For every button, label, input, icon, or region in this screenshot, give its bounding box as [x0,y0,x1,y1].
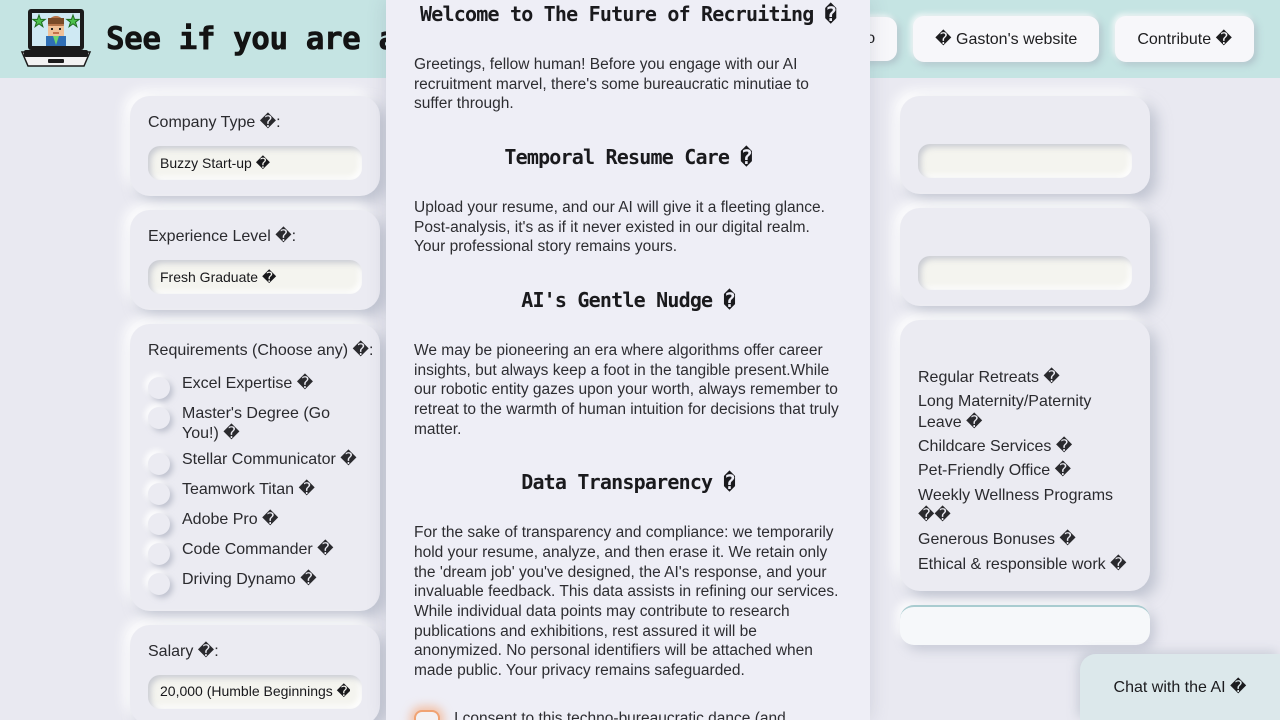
perk-label: Regular Retreats � [918,369,1060,386]
requirements-label: Requirements (Choose any) �: [148,342,374,359]
bottom-accent-card[interactable] [900,604,1150,645]
requirements-card: Requirements (Choose any) �: Excel Exper… [130,324,380,611]
laptop-person-stars-icon [20,9,92,67]
list-item[interactable]: Long Maternity/Paternity Leave � [918,392,1132,433]
right-column: Regular Retreats � Long Maternity/Patern… [900,96,1150,720]
requirement-label: Adobe Pro � [182,510,279,528]
list-item[interactable]: Stellar Communicator � [148,450,362,475]
checkbox-icon[interactable] [148,542,170,565]
resume-heading: Temporal Resume Care � [504,145,752,170]
requirement-label: Driving Dynamo � [182,570,317,588]
perk-label: Ethical & responsible work � [918,555,1127,573]
checkbox-icon[interactable] [148,452,170,475]
company-type-input[interactable] [148,146,362,180]
experience-level-input[interactable] [148,260,362,294]
perks-list: Regular Retreats � Long Maternity/Patern… [918,368,1132,575]
checkbox-icon[interactable] [148,407,170,429]
requirements-list: Excel Expertise � Master's Degree (Go Yo… [148,374,362,595]
list-item[interactable]: Code Commander � [148,540,362,565]
list-item[interactable]: Driving Dynamo � [148,570,362,595]
perk-label: Long Maternity/Paternity Leave � [918,393,1092,431]
gaston-website-button[interactable]: � Gaston's website [913,16,1100,62]
list-item[interactable]: Master's Degree (Go You!) � [148,404,362,445]
transparency-heading: Data Transparency � [521,470,735,495]
salary-label: Salary �: [148,642,219,660]
right-field-label-1 [918,112,1132,130]
nudge-body: We may be pioneering an era where algori… [414,342,839,438]
perk-label: Pet-Friendly Office � [918,462,1072,480]
requirement-label: Teamwork Titan � [182,480,315,498]
right-field-input-2[interactable] [918,256,1132,290]
consent-checkbox[interactable] [414,709,440,720]
checkbox-icon[interactable] [148,512,170,535]
list-item[interactable]: Adobe Pro � [148,510,362,535]
checkbox-icon[interactable] [148,377,170,399]
resume-body: Upload your resume, and our AI will give… [414,199,825,256]
nudge-heading: AI's Gentle Nudge � [521,288,735,313]
header-actions: nfo � Gaston's website Contribute � [830,16,1260,62]
list-item[interactable]: Teamwork Titan � [148,480,362,505]
perk-label: Generous Bonuses � [918,531,1076,549]
perks-card: Regular Retreats � Long Maternity/Patern… [900,320,1150,591]
list-item[interactable]: Ethical & responsible work � [918,555,1132,575]
perk-label: Childcare Services � [918,437,1073,455]
requirement-label: Excel Expertise � [182,375,314,392]
contribute-button[interactable]: Contribute � [1115,16,1254,62]
app-root: See if you are a good nfo � Gaston's web… [0,0,1280,720]
right-field-card-2 [900,208,1150,306]
right-field-card-1 [900,96,1150,194]
company-type-label: Company Type �: [148,114,281,131]
requirement-label: Stellar Communicator � [182,450,357,468]
perk-label: Weekly Wellness Programs �� [918,486,1114,524]
right-field-label-2 [918,224,1132,242]
experience-level-label: Experience Level �: [148,228,297,245]
chat-with-ai-button[interactable]: Chat with the AI � [1080,654,1280,720]
list-item[interactable]: Excel Expertise � [148,374,362,399]
perks-label [918,336,1132,354]
experience-level-card: Experience Level �: [130,210,380,310]
list-item[interactable]: Weekly Wellness Programs �� [918,486,1132,527]
consent-row[interactable]: I consent to this techno-bureaucratic da… [414,681,842,720]
consent-label: I consent to this techno-bureaucratic da… [454,709,786,720]
list-item[interactable]: Pet-Friendly Office � [918,461,1132,481]
salary-card: Salary �: [130,624,380,720]
requirement-label: Master's Degree (Go You!) � [182,405,330,443]
salary-input[interactable] [148,674,362,709]
right-field-input-1[interactable] [918,144,1132,178]
list-item[interactable]: Generous Bonuses � [918,530,1132,550]
company-type-card: Company Type �: [130,96,380,196]
requirement-label: Code Commander � [182,540,334,558]
list-item[interactable]: Childcare Services � [918,437,1132,457]
list-item[interactable]: Regular Retreats � [918,368,1132,388]
terms-modal: Welcome to The Future of Recruiting � Gr… [386,0,870,720]
welcome-heading: Welcome to The Future of Recruiting � [420,2,837,26]
welcome-body: Greetings, fellow human! Before you enga… [414,56,809,113]
left-column: Company Type �: Experience Level �: Requ… [130,96,380,720]
checkbox-icon[interactable] [148,482,170,505]
checkbox-icon[interactable] [148,572,170,595]
transparency-body: For the sake of transparency and complia… [414,524,839,680]
